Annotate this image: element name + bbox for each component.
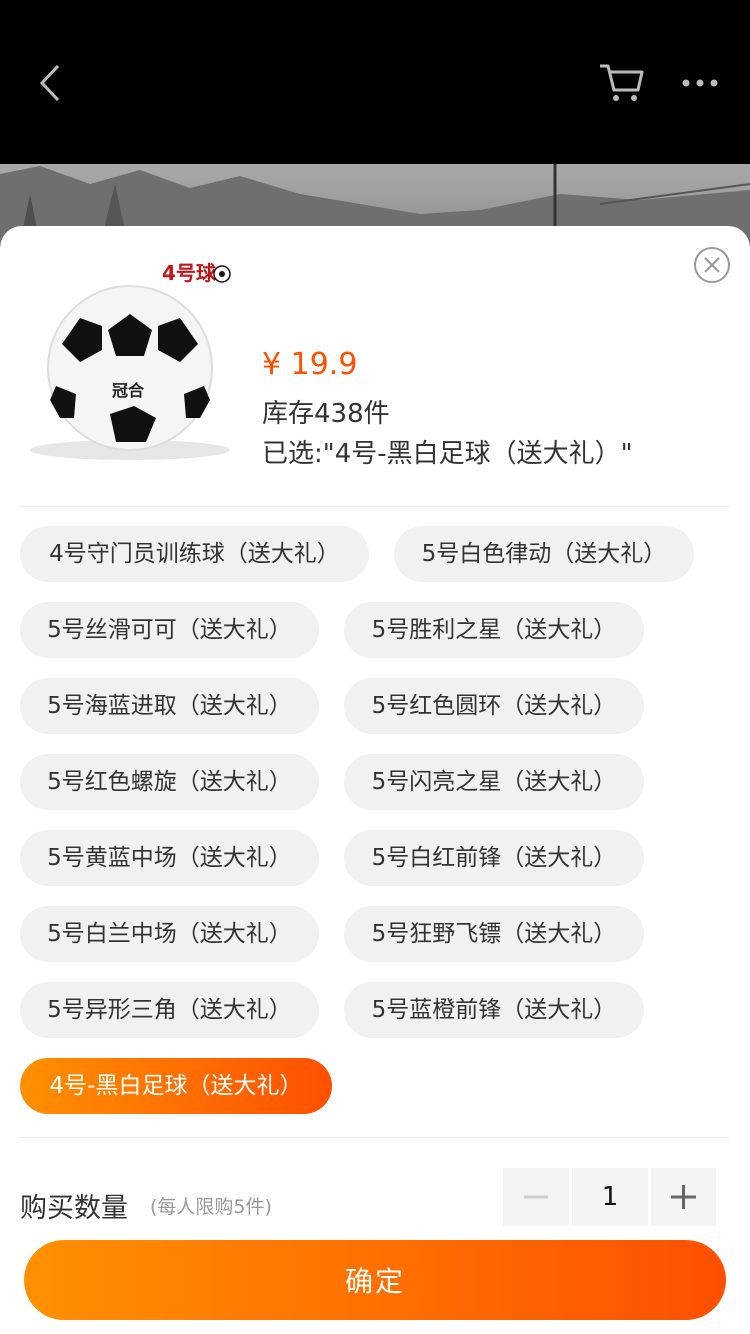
variant-chip[interactable]: 5号丝滑可可（送大礼） — [20, 602, 319, 658]
quantity-value[interactable]: 1 — [572, 1168, 648, 1226]
product-price: ¥ 19.9 — [262, 347, 358, 382]
quantity-limit-hint: (每人限购5件) — [150, 1196, 272, 1218]
cart-icon[interactable] — [596, 58, 646, 108]
divider — [20, 1137, 730, 1138]
variant-chip[interactable]: 4号守门员训练球（送大礼） — [20, 526, 369, 582]
product-stock: 库存438件 — [262, 399, 390, 429]
variant-chip[interactable]: 5号黄蓝中场（送大礼） — [20, 830, 319, 886]
variant-chip-selected[interactable]: 4号-黑白足球（送大礼） — [20, 1058, 332, 1114]
selected-variant: 已选:"4号-黑白足球（送大礼）" — [262, 439, 633, 469]
minus-icon — [524, 1195, 548, 1199]
chevron-left-icon[interactable] — [30, 58, 70, 108]
variant-chip[interactable]: 5号红色螺旋（送大礼） — [20, 754, 319, 810]
variant-chip[interactable]: 5号蓝橙前锋（送大礼） — [344, 982, 644, 1038]
quantity-increase-button[interactable] — [651, 1168, 716, 1226]
close-icon[interactable] — [693, 246, 731, 284]
confirm-button[interactable]: 确定 — [24, 1240, 726, 1320]
ball-logo-text: 冠合 — [112, 381, 145, 400]
top-navigation-bar — [0, 0, 750, 164]
quantity-label: 购买数量 — [20, 1193, 128, 1224]
divider — [20, 506, 730, 507]
product-image: 4号球 冠合 — [20, 254, 240, 466]
variant-chip[interactable]: 5号白色律动（送大礼） — [394, 526, 694, 582]
plus-icon — [671, 1185, 696, 1209]
variant-chip[interactable]: 5号海蓝进取（送大礼） — [20, 678, 319, 734]
variant-chip[interactable]: 5号白兰中场（送大礼） — [20, 906, 319, 962]
variant-chip[interactable]: 5号异形三角（送大礼） — [20, 982, 319, 1038]
variant-chip[interactable]: 5号狂野飞镖（送大礼） — [344, 906, 644, 962]
variant-chip[interactable]: 5号白红前锋（送大礼） — [344, 830, 644, 886]
variant-chip[interactable]: 5号红色圆环（送大礼） — [344, 678, 644, 734]
product-badge-text: 4号球 — [162, 261, 217, 285]
quantity-decrease-button[interactable] — [503, 1168, 569, 1226]
variant-chip[interactable]: 5号胜利之星（送大礼） — [344, 602, 644, 658]
more-dots-icon[interactable] — [678, 66, 722, 100]
variant-chip[interactable]: 5号闪亮之星（送大礼） — [344, 754, 644, 810]
